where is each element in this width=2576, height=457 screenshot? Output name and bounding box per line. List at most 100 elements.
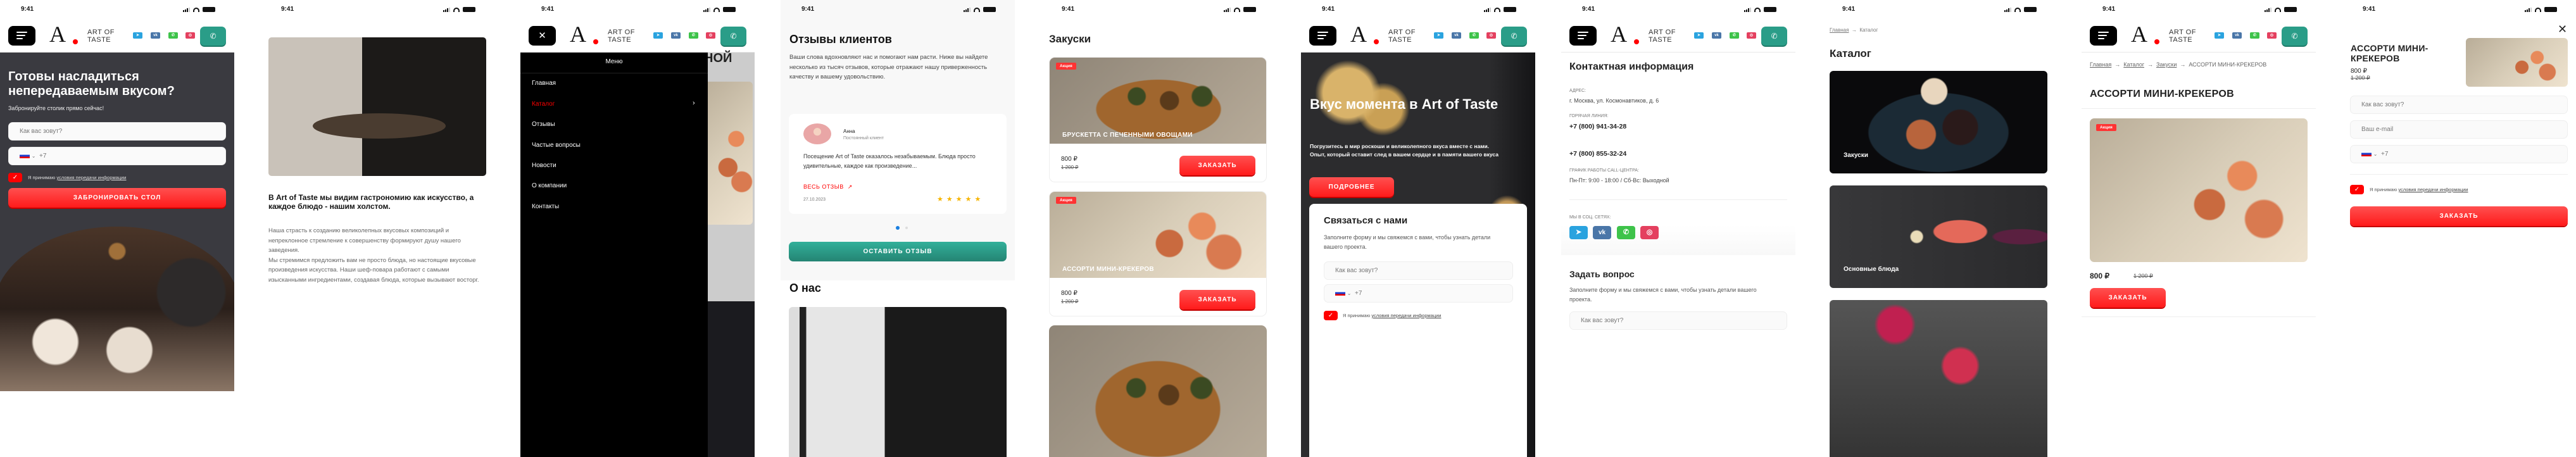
email-input[interactable]: Ваш e-mail bbox=[2350, 120, 2568, 139]
wifi-icon bbox=[193, 7, 199, 12]
telegram-icon[interactable]: ➤ bbox=[1434, 32, 1443, 39]
telegram-icon[interactable]: ➤ bbox=[1569, 226, 1588, 239]
name-input[interactable]: Как вас зовут? bbox=[1324, 261, 1513, 280]
instagram-icon[interactable]: ◎ bbox=[2267, 32, 2277, 39]
leave-review-button[interactable]: ОСТАВИТЬ ОТЗЫВ bbox=[789, 242, 1007, 261]
carousel-dot-active[interactable] bbox=[896, 226, 900, 230]
call-button[interactable]: ✆ bbox=[1761, 27, 1787, 46]
vk-icon[interactable]: vk bbox=[671, 32, 681, 39]
instagram-icon[interactable]: ◎ bbox=[1640, 226, 1659, 239]
star-icon: ★ bbox=[965, 196, 975, 203]
order-button[interactable]: ЗАКАЗАТЬ bbox=[2090, 288, 2166, 308]
product-card[interactable]: Акция АССОРТИ МИНИ-КРЕКЕРОВ 800 ₽ 1 200 … bbox=[1049, 191, 1267, 316]
carousel-dot[interactable] bbox=[905, 227, 908, 229]
call-button[interactable]: ✆ bbox=[1501, 27, 1527, 46]
breadcrumb-link[interactable]: Главная bbox=[2090, 61, 2111, 68]
hotline-label: ГОРЯЧАЯ ЛИНИЯ: bbox=[1569, 114, 1609, 118]
name-input[interactable]: Как вас зовут? bbox=[8, 122, 226, 141]
phone-input[interactable]: ⌄ +7 bbox=[8, 147, 226, 165]
call-button[interactable]: ✆ bbox=[200, 27, 226, 46]
menu-item-home[interactable]: Главная bbox=[532, 80, 556, 87]
call-button[interactable]: ✆ bbox=[2282, 27, 2308, 46]
menu-button[interactable] bbox=[1309, 26, 1336, 46]
breadcrumb-link[interactable]: Главная bbox=[1830, 27, 1849, 33]
divider bbox=[2082, 108, 2316, 109]
sale-badge: Акция bbox=[2096, 124, 2116, 131]
telegram-icon[interactable]: ➤ bbox=[133, 32, 142, 39]
backdrop-heading: НОЙ bbox=[704, 51, 732, 65]
phone-link[interactable]: +7 (800) 941-34-28 bbox=[1569, 123, 1626, 130]
telegram-icon[interactable]: ➤ bbox=[653, 32, 663, 39]
whatsapp-icon[interactable]: ✆ bbox=[1617, 226, 1635, 239]
category-card-main-dishes[interactable]: Основные блюда bbox=[1830, 185, 2047, 288]
menu-item-company[interactable]: О компании bbox=[532, 182, 567, 189]
whatsapp-icon[interactable]: ✆ bbox=[2250, 32, 2259, 39]
terms-link[interactable]: условия передачи информации bbox=[2398, 187, 2468, 192]
logo[interactable]: A bbox=[49, 21, 66, 47]
vk-icon[interactable]: vk bbox=[1593, 226, 1611, 239]
instagram-icon[interactable]: ◎ bbox=[185, 32, 195, 39]
instagram-icon[interactable]: ◎ bbox=[1486, 32, 1496, 39]
name-input[interactable]: Как вас зовут? bbox=[1569, 311, 1787, 330]
logo[interactable]: A bbox=[1350, 21, 1367, 47]
menu-item-faq[interactable]: Частые вопросы bbox=[532, 142, 581, 149]
agree-text: Я принимаю bbox=[1343, 313, 1371, 318]
menu-item-contacts[interactable]: Контакты bbox=[532, 203, 559, 210]
read-full-review-link[interactable]: ВЕСЬ ОТЗЫВ ↗ bbox=[803, 184, 853, 191]
chevron-down-icon[interactable]: ⌄ bbox=[1347, 291, 1352, 296]
chevron-down-icon[interactable]: ⌄ bbox=[2373, 151, 2378, 157]
signal-icon bbox=[443, 7, 450, 12]
menu-item-news[interactable]: Новости bbox=[532, 162, 556, 169]
whatsapp-icon[interactable]: ✆ bbox=[1730, 32, 1739, 39]
vk-icon[interactable]: vk bbox=[1452, 32, 1461, 39]
book-table-button[interactable]: ЗАБРОНИРОВАТЬ СТОЛ bbox=[8, 188, 226, 208]
battery-icon bbox=[723, 7, 736, 12]
breadcrumb-link[interactable]: Каталог bbox=[2123, 61, 2144, 68]
logo-text: ART OF TASTE bbox=[1649, 28, 1676, 44]
category-card[interactable] bbox=[1830, 300, 2047, 457]
whatsapp-icon[interactable]: ✆ bbox=[168, 32, 178, 39]
vk-icon[interactable]: vk bbox=[2232, 32, 2242, 39]
product-card[interactable]: Акция БРУСКЕТТА С ПЕЧЕННЫМИ ОВОЩАМИ 800 … bbox=[1049, 57, 1267, 182]
name-input[interactable]: Как вас зовут? bbox=[2350, 96, 2568, 114]
whatsapp-icon[interactable]: ✆ bbox=[1469, 32, 1479, 39]
close-icon[interactable]: ✕ bbox=[2558, 23, 2567, 36]
agree-label: Я принимаю условия передачи информации bbox=[1343, 313, 1442, 318]
menu-item-reviews[interactable]: Отзывы bbox=[532, 121, 555, 128]
menu-item-catalog[interactable]: Каталог bbox=[532, 101, 555, 108]
category-card-snacks[interactable]: Закуски bbox=[1830, 71, 2047, 173]
submit-order-button[interactable]: ЗАКАЗАТЬ bbox=[2350, 206, 2568, 226]
telegram-icon[interactable]: ➤ bbox=[2215, 32, 2224, 39]
vk-icon[interactable]: vk bbox=[151, 32, 160, 39]
status-icons bbox=[2004, 7, 2037, 12]
order-button[interactable]: ЗАКАЗАТЬ bbox=[1179, 156, 1255, 175]
menu-button[interactable] bbox=[2090, 26, 2117, 46]
menu-button[interactable] bbox=[8, 26, 35, 46]
call-button[interactable]: ✆ bbox=[720, 27, 746, 46]
breadcrumb-link[interactable]: Закуски bbox=[2156, 61, 2177, 68]
chevron-down-icon[interactable]: ⌄ bbox=[32, 153, 36, 159]
reviews-intro: Ваши слова вдохновляют нас и помогают на… bbox=[789, 54, 988, 80]
phone-input[interactable]: ⌄ +7 bbox=[2350, 145, 2568, 163]
more-button[interactable]: ПОДРОБНЕЕ bbox=[1309, 177, 1394, 197]
terms-link[interactable]: условия передачи информации bbox=[56, 175, 126, 180]
menu-button[interactable] bbox=[1569, 26, 1597, 46]
phone-input[interactable]: ⌄ +7 bbox=[1324, 284, 1513, 303]
phone-link[interactable]: +7 (800) 855-32-24 bbox=[1569, 150, 1626, 158]
agree-checkbox[interactable]: ✓ bbox=[1324, 311, 1338, 320]
product-card[interactable] bbox=[1049, 325, 1267, 457]
instagram-icon[interactable]: ◎ bbox=[706, 32, 715, 39]
chevron-right-icon[interactable]: › bbox=[693, 99, 695, 107]
instagram-icon[interactable]: ◎ bbox=[1747, 32, 1756, 39]
whatsapp-icon[interactable]: ✆ bbox=[689, 32, 698, 39]
telegram-icon[interactable]: ➤ bbox=[1694, 32, 1704, 39]
logo[interactable]: A bbox=[2131, 21, 2147, 47]
agree-checkbox[interactable]: ✓ bbox=[2350, 185, 2364, 194]
terms-link[interactable]: условия передачи информации bbox=[1371, 313, 1441, 318]
order-button[interactable]: ЗАКАЗАТЬ bbox=[1179, 290, 1255, 310]
agree-checkbox[interactable]: ✓ bbox=[8, 173, 22, 182]
close-menu-button[interactable]: ✕ bbox=[529, 26, 556, 46]
logo[interactable]: A bbox=[1611, 21, 1627, 47]
logo[interactable]: A bbox=[570, 21, 586, 47]
vk-icon[interactable]: vk bbox=[1712, 32, 1721, 39]
